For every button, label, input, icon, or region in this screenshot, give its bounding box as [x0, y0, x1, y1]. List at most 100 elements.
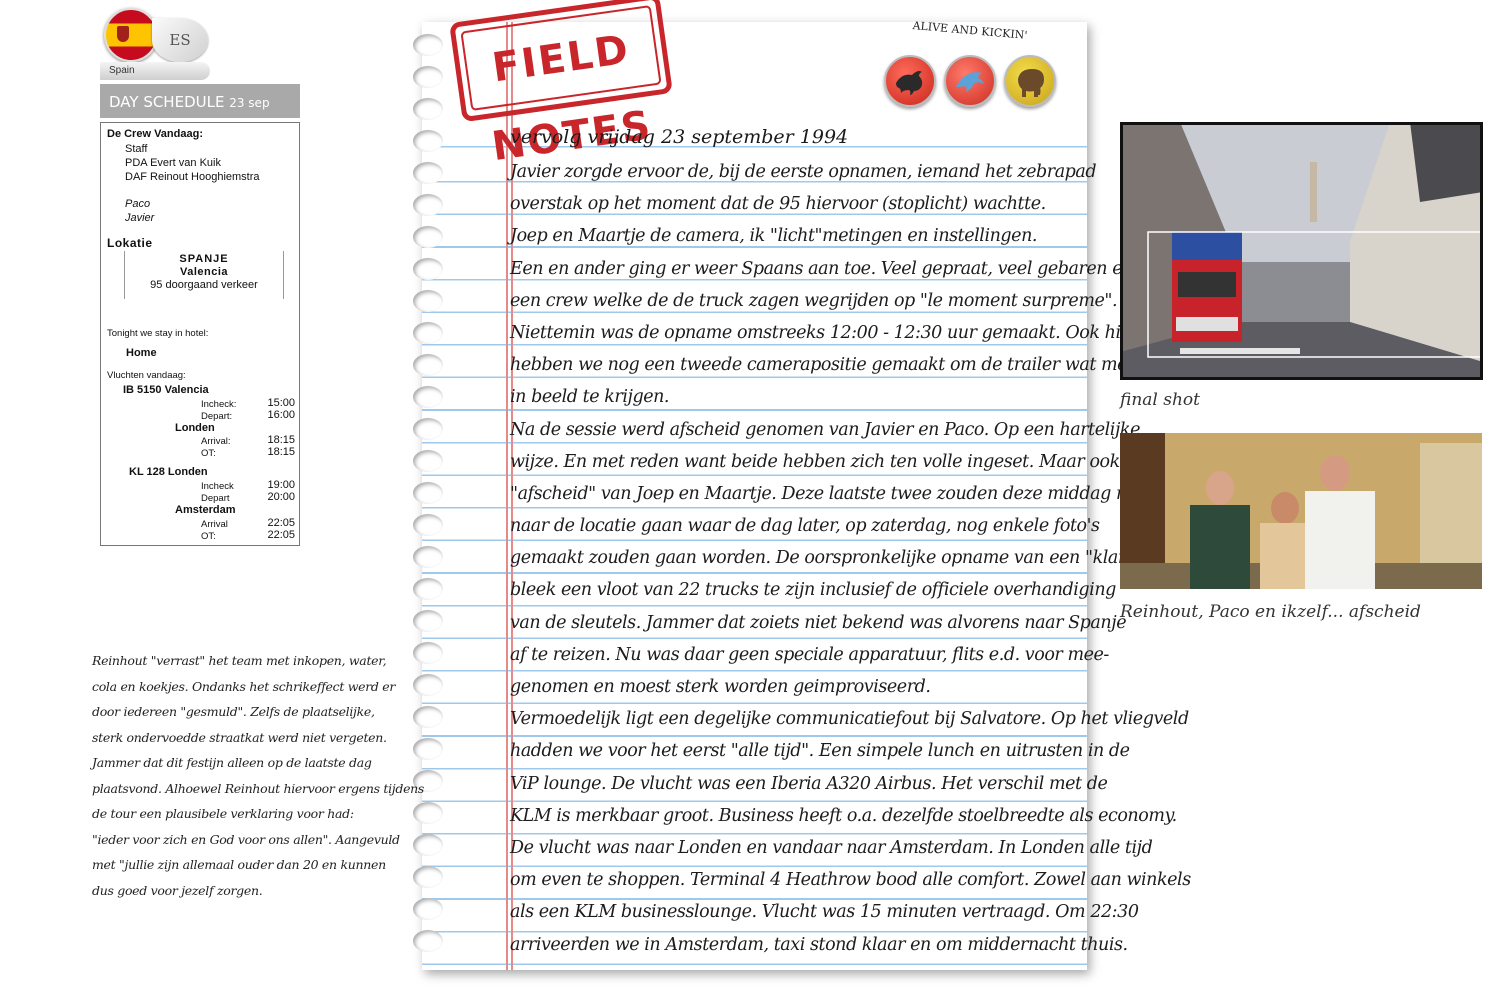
side-note-line: met "jullie zijn allemaal ouder dan 20 e… — [92, 857, 386, 872]
side-note-line: de tour een plausibele verklaring voor h… — [92, 806, 354, 821]
local-contact: Javier — [125, 212, 155, 224]
binder-hole-icon — [413, 738, 443, 760]
hotel-name: Home — [126, 347, 157, 359]
photo-final-shot — [1120, 122, 1483, 380]
binder-hole-icon — [413, 674, 443, 696]
note-line: Na de sessie werd afscheid genomen van J… — [510, 419, 1140, 440]
binder-hole-icon — [413, 514, 443, 536]
spain-flag-icon — [104, 8, 158, 62]
note-line: bleek een vloot van 22 trucks te zijn in… — [510, 580, 1116, 601]
binder-hole-icon — [413, 354, 443, 376]
photo-farewell — [1120, 433, 1482, 589]
flight-row-time: 20:00 — [267, 491, 295, 503]
note-line: een crew welke de de truck zagen wegrijd… — [510, 290, 1118, 311]
binder-hole-icon — [413, 34, 443, 56]
crew-member: DAF Reinout Hooghiemstra — [125, 171, 260, 183]
side-note-line: plaatsvond. Alhoewel Reinhout hiervoor e… — [92, 780, 425, 796]
note-line: Javier zorgde ervoor de, bij de eerste o… — [510, 162, 1097, 182]
side-note-line: cola en koekjes. Ondanks het schrikeffec… — [92, 678, 396, 694]
side-note-line: Reinhout "verrast" het team met inkopen,… — [92, 653, 387, 668]
crew-heading: De Crew Vandaag: — [107, 128, 203, 140]
flight-row-time: 16:00 — [267, 409, 295, 421]
schedule-date: 23 sep — [229, 96, 270, 110]
note-line: Een en ander ging er weer Spaans aan toe… — [510, 258, 1133, 279]
location-country: SPANJE — [179, 253, 229, 265]
location-box: SPANJE Valencia 95 doorgaand verkeer — [124, 251, 284, 299]
binder-hole-icon — [413, 418, 443, 440]
flight-row-label: OT: — [201, 448, 216, 459]
binder-hole-icon — [413, 450, 443, 472]
binder-hole-icon — [413, 642, 443, 664]
country-code: ES — [152, 18, 208, 62]
crew-member: Staff — [125, 143, 148, 155]
flight-row-label: OT: — [201, 531, 216, 542]
binder-hole-icon — [413, 610, 443, 632]
location-heading: Lokatie — [107, 236, 153, 250]
dolphin-medal-icon — [944, 55, 996, 107]
note-line: om even te shoppen. Terminal 4 Heathrow … — [510, 870, 1191, 891]
note-line: Vermoedelijk ligt een degelijke communic… — [510, 709, 1189, 730]
note-line: overstak op het moment dat de 95 hiervoo… — [510, 194, 1046, 215]
binder-hole-icon — [413, 930, 443, 952]
stamp-text: FIELD NOTES — [460, 5, 662, 170]
note-line: als een KLM businesslounge. Vlucht was 1… — [510, 902, 1139, 923]
note-line: genomen en moest sterk worden geimprovis… — [510, 677, 931, 697]
binder-hole-icon — [413, 482, 443, 504]
day-schedule: De Crew Vandaag: Staff PDA Evert van Kui… — [100, 122, 300, 546]
binder-hole-icon — [413, 866, 443, 888]
field-notes-stamp: FIELD NOTES — [449, 0, 673, 170]
binder-hole-icon — [413, 162, 443, 184]
note-line: wijze. En met reden want beide hebben zi… — [510, 451, 1120, 472]
local-contact: Paco — [125, 198, 151, 210]
side-note-line: Jammer dat dit festijn alleen op de laat… — [92, 755, 372, 770]
binder-hole-icon — [413, 258, 443, 280]
note-body: Javier zorgde ervoor de, bij de eerste o… — [510, 162, 1235, 967]
country-badge: ES Spain — [100, 4, 215, 80]
binder-hole-icon — [413, 546, 443, 568]
note-line: arriveerden we in Amsterdam, taxi stond … — [510, 934, 1128, 955]
hotel-heading: Tonight we stay in hotel: — [107, 328, 209, 339]
note-line: "afscheid" van Joep en Maartje. Deze laa… — [510, 483, 1148, 504]
note-title: vervolg vrijdag 23 september 1994 — [510, 126, 849, 148]
binder-hole-icon — [413, 290, 443, 312]
crew-member: PDA Evert van Kuik — [125, 157, 221, 169]
note-line: Joep en Maartje de camera, ik "licht"met… — [510, 226, 1038, 247]
elephant-medal-icon — [1004, 55, 1056, 107]
flight-destination: Londen — [175, 422, 215, 434]
note-line: gemaakt zouden gaan worden. De oorspronk… — [510, 548, 1235, 569]
note-line: Niettemin was de opname omstreeks 12:00 … — [510, 322, 1139, 343]
side-note: Reinhout "verrast" het team met inkopen,… — [92, 648, 425, 903]
binder-hole-icon — [413, 130, 443, 152]
flight-row-time: 18:15 — [267, 446, 295, 458]
location-city: Valencia — [179, 266, 229, 278]
flight-number: KL 128 Londen — [129, 466, 208, 478]
binder-hole-icon — [413, 898, 443, 920]
binder-hole-icon — [413, 802, 443, 824]
flight-number: IB 5150 Valencia — [123, 384, 209, 396]
binder-hole-icon — [413, 194, 443, 216]
note-line: in beeld te krijgen. — [510, 387, 670, 408]
photo-caption: Reinhout, Paco en ikzelf... afscheid — [1120, 602, 1421, 622]
binder-hole-icon — [413, 226, 443, 248]
binder-hole-icon — [413, 834, 443, 856]
note-line: KLM is merkbaar groot. Business heeft o.… — [510, 805, 1177, 826]
note-line: hadden we voor het eerst "alle tijd". Ee… — [510, 741, 1130, 762]
side-note-line: sterk ondervoedde straatkat werd niet ve… — [92, 729, 387, 745]
binder-hole-icon — [413, 706, 443, 728]
side-note-line: dus goed voor jezelf zorgen. — [92, 882, 263, 898]
side-note-line: "ieder voor zich en God voor ons allen".… — [92, 831, 400, 847]
binder-hole-icon — [413, 322, 443, 344]
note-line: ViP lounge. De vlucht was een Iberia A32… — [510, 773, 1108, 794]
binder-hole-icon — [413, 98, 443, 120]
binder-hole-icon — [413, 578, 443, 600]
binder-hole-icon — [413, 66, 443, 88]
flights-heading: Vluchten vandaag: — [107, 370, 186, 381]
flight-destination: Amsterdam — [175, 504, 236, 516]
side-note-line: door iedereen "gesmuld". Zelfs de plaats… — [92, 704, 375, 719]
note-line: hebben we nog een tweede camerapositie g… — [510, 355, 1145, 376]
bull-medal-icon — [884, 55, 936, 107]
note-line: af te reizen. Nu was daar geen speciale … — [510, 644, 1109, 665]
note-line: De vlucht was naar Londen en vandaar naa… — [510, 837, 1153, 858]
location-detail: 95 doorgaand verkeer — [150, 279, 258, 291]
schedule-title: DAY SCHEDULE 23 sep — [100, 84, 300, 118]
